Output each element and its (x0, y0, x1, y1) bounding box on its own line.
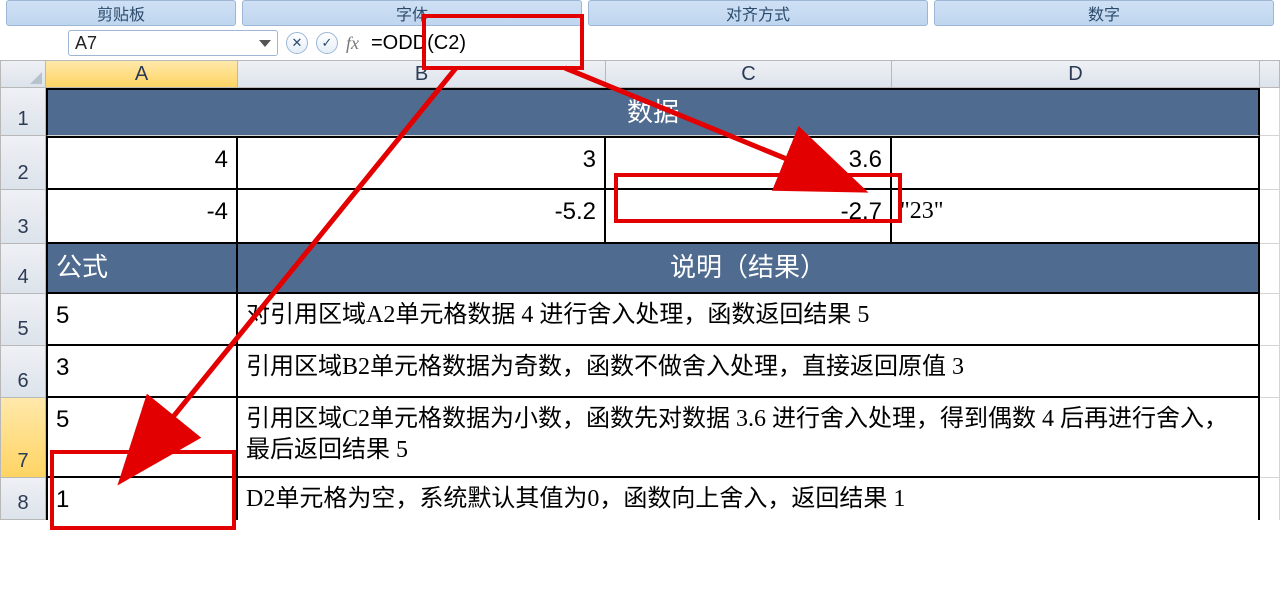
formula-input[interactable] (367, 30, 1274, 56)
col-header-d[interactable]: D (892, 60, 1260, 88)
cell-a5[interactable]: 5 (46, 294, 238, 346)
row-header-2[interactable]: 2 (0, 136, 46, 190)
cell-a4[interactable]: 公式 (46, 244, 238, 294)
select-all-corner[interactable] (0, 60, 46, 88)
col-header-extra[interactable] (1260, 60, 1280, 88)
cell-a2[interactable]: 4 (46, 136, 238, 190)
cell-b2[interactable]: 3 (238, 136, 606, 190)
ribbon-group-number[interactable]: 数字 (934, 0, 1274, 26)
row-header-6[interactable]: 6 (0, 346, 46, 398)
ribbon-groups: 剪贴板 字体 对齐方式 数字 (0, 0, 1280, 26)
cell-e6[interactable] (1260, 346, 1280, 398)
grid: A B C D 1 数据 2 4 3 3.6 3 -4 -5.2 -2.7 "2… (0, 60, 1280, 520)
ribbon-group-alignment[interactable]: 对齐方式 (588, 0, 928, 26)
cell-c2[interactable]: 3.6 (606, 136, 892, 190)
cell-b7-merged[interactable]: 引用区域C2单元格数据为小数，函数先对数据 3.6 进行舍入处理，得到偶数 4 … (238, 398, 1260, 478)
row-header-7[interactable]: 7 (0, 398, 46, 478)
row-header-8[interactable]: 8 (0, 478, 46, 520)
formula-bar-row: A7 ✕ ✓ fx (0, 26, 1280, 60)
cell-e1[interactable] (1260, 88, 1280, 136)
ribbon-group-font[interactable]: 字体 (242, 0, 582, 26)
row-header-5[interactable]: 5 (0, 294, 46, 346)
name-box[interactable]: A7 (68, 30, 278, 56)
name-box-dropdown-icon[interactable] (259, 40, 271, 47)
name-box-value: A7 (75, 33, 97, 54)
cell-d3[interactable]: "23" (892, 190, 1260, 244)
row-header-4[interactable]: 4 (0, 244, 46, 294)
enter-formula-button[interactable]: ✓ (316, 32, 338, 54)
cell-b5-merged[interactable]: 对引用区域A2单元格数据 4 进行舍入处理，函数返回结果 5 (238, 294, 1260, 346)
col-header-a[interactable]: A (46, 60, 238, 88)
cell-b6-merged[interactable]: 引用区域B2单元格数据为奇数，函数不做舍入处理，直接返回原值 3 (238, 346, 1260, 398)
cell-a6[interactable]: 3 (46, 346, 238, 398)
fx-icon[interactable]: fx (346, 33, 359, 54)
cell-c3[interactable]: -2.7 (606, 190, 892, 244)
row-header-1[interactable]: 1 (0, 88, 46, 136)
cell-e3[interactable] (1260, 190, 1280, 244)
cell-e2[interactable] (1260, 136, 1280, 190)
column-header-row: A B C D (0, 60, 1280, 88)
cell-e5[interactable] (1260, 294, 1280, 346)
col-header-c[interactable]: C (606, 60, 892, 88)
cell-a1-merged[interactable]: 数据 (46, 88, 1260, 136)
cell-a3[interactable]: -4 (46, 190, 238, 244)
cancel-formula-button[interactable]: ✕ (286, 32, 308, 54)
cell-a8[interactable]: 1 (46, 478, 238, 520)
cell-e7[interactable] (1260, 398, 1280, 478)
ribbon-group-clipboard[interactable]: 剪贴板 (6, 0, 236, 26)
cell-a7[interactable]: 5 (46, 398, 238, 478)
cell-e4[interactable] (1260, 244, 1280, 294)
cell-e8[interactable] (1260, 478, 1280, 520)
cell-b3[interactable]: -5.2 (238, 190, 606, 244)
row-header-3[interactable]: 3 (0, 190, 46, 244)
cell-b8-merged[interactable]: D2单元格为空，系统默认其值为0，函数向上舍入，返回结果 1 (238, 478, 1260, 520)
cell-d2[interactable] (892, 136, 1260, 190)
col-header-b[interactable]: B (238, 60, 606, 88)
cell-b4-merged[interactable]: 说明（结果） (238, 244, 1260, 294)
